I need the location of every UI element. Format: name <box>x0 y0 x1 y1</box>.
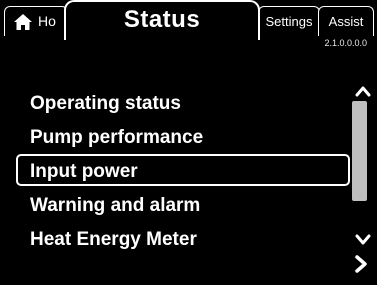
chevron-down-icon[interactable] <box>355 233 371 247</box>
house-icon <box>14 14 32 30</box>
tab-status[interactable]: Status <box>64 0 260 40</box>
tab-settings-label: Settings <box>265 14 313 29</box>
menu-item-pump-performance[interactable]: Pump performance <box>16 120 350 152</box>
menu-item-heat-energy-meter[interactable]: Heat Energy Meter <box>16 222 350 254</box>
tab-settings[interactable]: Settings <box>258 6 320 36</box>
tab-bar: Ho Settings Assist Status <box>0 0 377 50</box>
tab-home-label: Ho <box>38 13 56 29</box>
version-label: 2.1.0.0.0.0 <box>324 38 367 48</box>
tab-assist-label: Assist <box>328 14 364 29</box>
tab-home[interactable]: Ho <box>4 6 68 36</box>
tab-assist[interactable]: Assist <box>318 6 374 36</box>
chevron-up-icon[interactable] <box>355 84 371 98</box>
scrollbar[interactable] <box>352 101 367 231</box>
chevron-right-icon[interactable] <box>352 254 370 274</box>
menu-item-warning-and-alarm[interactable]: Warning and alarm <box>16 188 350 220</box>
menu-item-input-power[interactable]: Input power <box>16 154 350 186</box>
scrollbar-thumb[interactable] <box>352 101 367 201</box>
status-menu: Operating status Pump performance Input … <box>16 86 350 256</box>
menu-item-operating-status[interactable]: Operating status <box>16 86 350 118</box>
page-title: Status <box>123 6 201 33</box>
